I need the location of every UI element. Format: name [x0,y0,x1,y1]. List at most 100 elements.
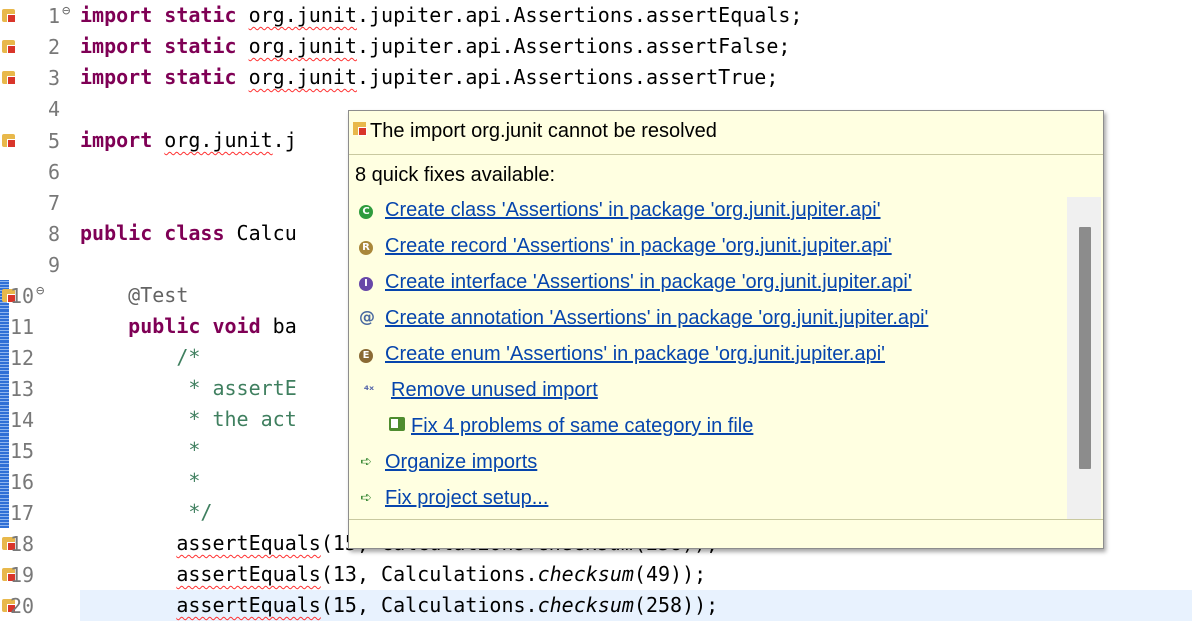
quick-fix-link[interactable]: Remove unused import [391,379,598,401]
change-bar [0,373,9,404]
code-text[interactable]: @Test [80,283,188,307]
quick-fix-item[interactable]: C Create class 'Assertions' in package 'o… [359,199,881,229]
line-number: 2 [48,35,61,59]
line-number: 11 [10,315,35,339]
code-text[interactable]: import org.junit.j [80,128,297,152]
scrollbar-thumb[interactable] [1079,227,1091,469]
gutter[interactable]: 10 ⊖ [0,280,80,311]
code-line[interactable]: 1 ⊖ import static org.junit.jupiter.api.As… [0,0,1192,31]
interface-icon: I [359,277,373,291]
quick-fix-list[interactable]: C Create class 'Assertions' in package 'o… [349,199,1065,517]
quick-fix-item[interactable]: R Create record 'Assertions' in package '… [359,235,892,265]
line-number: 1 [48,4,61,28]
line-number: 6 [48,160,61,184]
code-token: import static [80,34,249,58]
code-token: .jupiter.api.Assertions.assertTrue; [356,65,779,89]
quick-fix-link[interactable]: Create record 'Assertions' in package 'o… [385,235,892,257]
gutter[interactable]: 7 [0,187,80,218]
line-number: 15 [10,439,35,463]
code-text[interactable]: public void ba [80,314,297,338]
code-token: checksum [537,593,634,617]
gutter[interactable]: 9 [0,249,80,280]
code-text[interactable]: import static org.junit.jupiter.api.Asse… [80,34,790,58]
code-text[interactable]: import static org.junit.jupiter.api.Asse… [80,3,802,27]
quick-fix-link[interactable]: Fix project setup... [385,487,548,509]
gutter[interactable]: 17 [0,497,80,528]
quick-fix-item[interactable]: @ Create annotation 'Assertions' in packa… [359,307,928,337]
code-text[interactable]: * [80,438,200,462]
line-number: 3 [48,66,61,90]
code-token: * the act [80,407,297,431]
gutter[interactable]: 16 [0,466,80,497]
code-token: .jupiter.api.Assertions.assertFalse; [356,34,791,58]
code-token: public class [80,221,237,245]
quick-fix-link[interactable]: Organize imports [385,451,537,473]
code-token: */ [80,500,213,524]
error-marker-icon[interactable] [2,71,16,85]
quick-fix-link[interactable]: Create annotation 'Assertions' in packag… [385,307,928,329]
code-token: (13, Calculations. [320,562,538,586]
code-line[interactable]: 20 assertEquals(15, Calculations.checksu… [0,590,1192,621]
error-marker-icon[interactable] [2,134,16,148]
code-text[interactable]: assertEquals(15, Calculations.checksum(2… [80,593,718,617]
line-number: 9 [48,253,61,277]
quick-fix-link[interactable]: Create class 'Assertions' in package 'or… [385,199,881,221]
code-token: * [80,469,201,493]
gutter[interactable]: 2 [0,31,80,62]
quick-fix-link[interactable]: Create interface 'Assertions' in package… [385,271,912,293]
code-token: ba [272,314,297,338]
code-text[interactable]: * [80,469,200,493]
code-line[interactable]: 3 import static org.junit.jupiter.api.Ass… [0,62,1192,93]
code-token: org.junit [248,65,357,89]
line-number: 12 [10,346,35,370]
fold-toggle-icon[interactable]: ⊖ [36,283,44,299]
error-marker-icon[interactable] [2,40,16,54]
code-text[interactable]: */ [80,500,212,524]
code-text[interactable]: public class Calcu [80,221,297,245]
gutter[interactable]: 18 [0,528,80,559]
code-token: (15, Calculations. [320,593,538,617]
gutter[interactable]: 6 [0,156,80,187]
code-token: Calcu [236,221,297,245]
quick-fix-item[interactable]: ➪ Fix project setup... [359,487,548,517]
error-marker-icon[interactable] [2,9,16,23]
quick-fix-popup: The import org.junit cannot be resolved … [348,110,1104,549]
code-token: assertEquals [176,562,321,586]
gutter[interactable]: 4 [0,93,80,124]
code-text[interactable]: assertEquals(13, Calculations.checksum(4… [80,562,706,586]
quick-fix-item[interactable]: I Create interface 'Assertions' in packag… [359,271,912,301]
code-line[interactable]: 2 import static org.junit.jupiter.api.Ass… [0,31,1192,62]
quick-fix-link[interactable]: Create enum 'Assertions' in package 'org… [385,343,885,365]
code-token: * [80,438,201,462]
fold-toggle-icon[interactable]: ⊖ [62,3,70,19]
gutter[interactable]: 19 [0,559,80,590]
code-token: import static [80,65,249,89]
gutter[interactable]: 8 [0,218,80,249]
change-bar [0,466,9,497]
quick-fix-item[interactable]: ➪ Organize imports [359,451,537,481]
line-number: 19 [10,563,35,587]
quick-fix-item[interactable]: Fix 4 problems of same category in file [359,415,753,445]
code-text[interactable]: /* [80,345,200,369]
code-text[interactable]: * assertE [80,376,296,400]
gutter[interactable]: 5 [0,125,80,156]
gutter[interactable]: 15 [0,435,80,466]
code-text[interactable]: * the act [80,407,297,431]
code-token: .jupiter.api.Assertions.assertEquals; [356,3,803,27]
code-token: import static [80,3,249,27]
gutter[interactable]: 1 ⊖ [0,0,80,31]
code-text[interactable]: import static org.junit.jupiter.api.Asse… [80,65,778,89]
gutter[interactable]: 3 [0,62,80,93]
code-token: org.junit [248,3,357,27]
gutter[interactable]: 11 [0,311,80,342]
quick-fix-link[interactable]: Fix 4 problems of same category in file [411,415,753,437]
error-message-text: The import org.junit cannot be resolved [370,120,717,142]
code-token: org.junit [248,34,357,58]
quick-fix-item[interactable]: ⁴ˣ Remove unused import [359,379,598,409]
gutter[interactable]: 20 [0,590,80,621]
gutter[interactable]: 14 [0,404,80,435]
gutter[interactable]: 12 [0,342,80,373]
gutter[interactable]: 13 [0,373,80,404]
code-line[interactable]: 19 assertEquals(13, Calculations.checksu… [0,559,1192,590]
quick-fix-item[interactable]: E Create enum 'Assertions' in package 'or… [359,343,885,373]
